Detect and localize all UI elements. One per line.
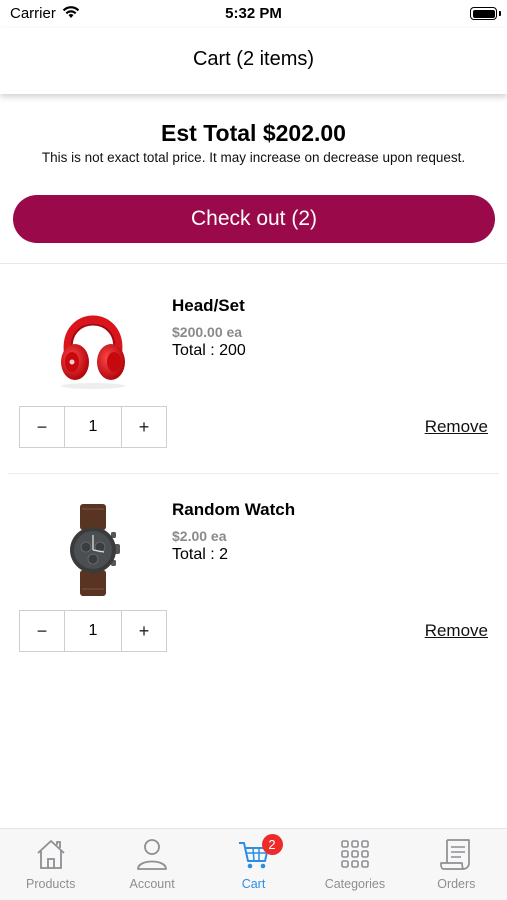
watch-product-image — [70, 504, 120, 596]
tab-label: Orders — [437, 877, 476, 891]
quantity-stepper: − 1 + — [19, 610, 167, 652]
headphones-product-image — [61, 315, 125, 389]
line-total: Total : 200 — [172, 342, 246, 359]
product-name: Head/Set — [172, 296, 245, 315]
tab-label: Categories — [324, 877, 386, 891]
tab-categories[interactable]: Categories — [304, 829, 405, 900]
decrease-quantity-button[interactable]: − — [20, 611, 65, 651]
checkout-button[interactable]: Check out (2) — [13, 195, 495, 243]
status-bar: Carrier 5:32 PM — [0, 0, 507, 28]
remove-item-link[interactable]: Remove — [425, 417, 488, 437]
product-name: Random Watch — [172, 500, 296, 519]
increase-quantity-button[interactable]: + — [121, 611, 166, 651]
cart-icon-wrap: 2 — [237, 834, 283, 871]
cart-item: Random Watch $2.00 ea Total : 2 − 1 + Re… — [0, 474, 507, 678]
quantity-value[interactable]: 1 — [65, 407, 121, 447]
cart-count-badge: 2 — [261, 834, 283, 855]
bottom-tab-bar: Products Account 2 Cart Categories Order… — [0, 828, 507, 900]
unit-price: $2.00 ea — [172, 528, 227, 544]
tab-label: Products — [26, 877, 76, 891]
tab-cart[interactable]: 2 Cart — [203, 829, 304, 900]
decrease-quantity-button[interactable]: − — [20, 407, 65, 447]
cart-item: Head/Set $200.00 ea Total : 200 − 1 + Re… — [0, 270, 507, 474]
nav-header: Cart (2 items) — [0, 28, 507, 94]
page-title: Cart (2 items) — [192, 48, 315, 70]
unit-price: $200.00 ea — [172, 324, 243, 340]
receipt-icon — [440, 839, 471, 870]
increase-quantity-button[interactable]: + — [121, 407, 166, 447]
tab-label: Cart — [241, 877, 266, 891]
home-icon — [37, 840, 65, 869]
clock: 5:32 PM — [225, 5, 282, 22]
tab-account[interactable]: Account — [101, 829, 202, 900]
line-total: Total : 2 — [172, 546, 229, 563]
tab-products[interactable]: Products — [0, 829, 101, 900]
remove-item-link[interactable]: Remove — [425, 621, 488, 641]
user-icon — [137, 839, 168, 870]
price-disclaimer: This is not exact total price. It may in… — [41, 150, 466, 165]
grid-icon — [341, 840, 369, 868]
battery-nub — [499, 11, 501, 16]
quantity-value[interactable]: 1 — [65, 611, 121, 651]
battery-icon — [470, 7, 497, 20]
quantity-stepper: − 1 + — [19, 406, 167, 448]
tab-orders[interactable]: Orders — [406, 829, 507, 900]
estimated-total: Est Total $202.00 — [161, 120, 346, 146]
tab-label: Account — [129, 877, 175, 891]
cart-summary: Est Total $202.00 This is not exact tota… — [0, 94, 507, 264]
